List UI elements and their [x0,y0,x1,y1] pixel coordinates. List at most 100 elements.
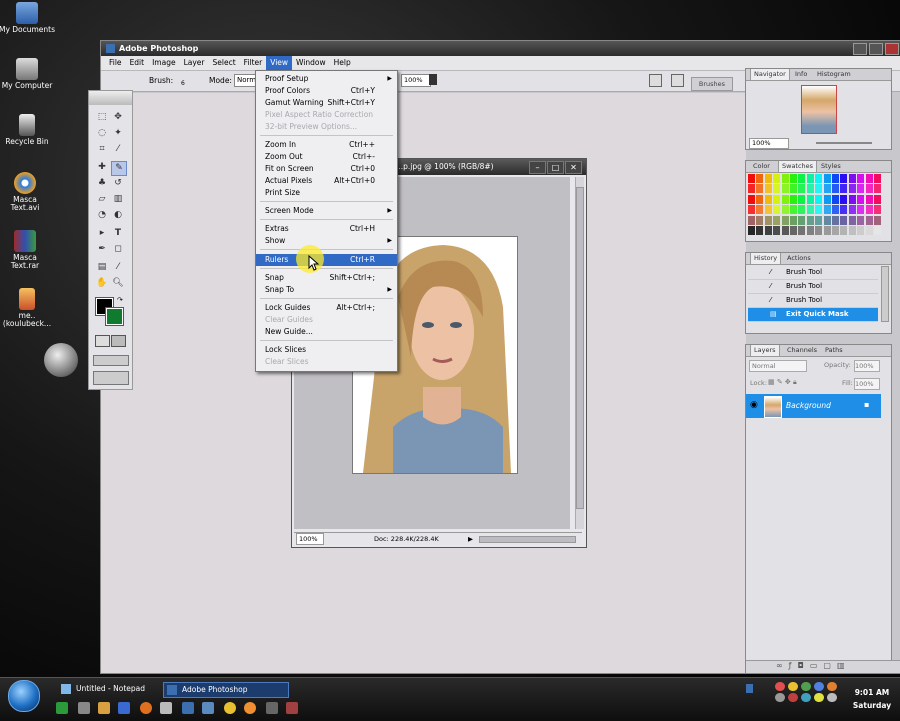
gradient-tool-icon[interactable]: ▥ [111,193,125,206]
taskbar-button-photoshop[interactable]: Adobe Photoshop [163,682,289,698]
color-swatch[interactable] [815,226,823,235]
color-swatch[interactable] [806,194,814,204]
taskbar-button-notepad[interactable]: Untitled - Notepad [58,682,176,696]
healing-brush-tool-icon[interactable]: ✚ [95,161,109,174]
hand-tool-icon[interactable]: ✋ [95,277,109,290]
color-swatch[interactable] [840,226,848,235]
color-swatch[interactable] [756,215,764,225]
color-swatch[interactable] [857,215,865,225]
color-swatch[interactable] [823,215,831,225]
quicklaunch-icon-8[interactable] [202,702,214,714]
color-swatch[interactable] [857,194,865,204]
color-swatch[interactable] [773,205,781,215]
menu-help[interactable]: Help [330,56,355,70]
quicklaunch-icon-10[interactable] [244,702,256,714]
menu-item-actual-pixels[interactable]: Actual Pixels Alt+Ctrl+0 [256,175,397,187]
color-swatch[interactable] [874,184,881,194]
color-swatch[interactable] [832,205,839,215]
close-button[interactable] [885,43,899,55]
color-swatch[interactable] [781,215,789,225]
color-swatch[interactable] [815,205,823,215]
layer-row-background[interactable]: ◉ Background ▪ [746,394,881,418]
desktop-icon-recycle-bin[interactable]: Recycle Bin [0,114,58,146]
color-swatch[interactable] [773,194,781,204]
gadget-orb-icon[interactable] [44,343,78,377]
screen-mode-icon[interactable] [93,355,129,366]
color-swatch[interactable] [748,184,755,194]
color-swatch[interactable] [823,184,831,194]
menu-select[interactable]: Select [209,56,240,70]
language-indicator-icon[interactable] [746,684,753,693]
menu-item-lock-slices[interactable]: Lock Slices [256,344,397,356]
background-color-swatch[interactable] [105,307,124,326]
menu-item-snap[interactable]: Snap Shift+Ctrl+; [256,272,397,284]
color-swatch[interactable] [764,184,772,194]
color-swatch[interactable] [865,174,873,183]
color-swatch[interactable] [857,184,865,194]
color-swatch[interactable] [840,194,848,204]
new-layer-icon[interactable]: ▢ [823,661,837,670]
color-swatch[interactable] [806,205,814,215]
history-item[interactable]: ⁄ Brush Tool [748,280,878,294]
tray-icons[interactable] [775,682,845,702]
color-swatch[interactable] [848,194,856,204]
menu-item-rulers[interactable]: Rulers Ctrl+R [256,254,397,266]
color-swatch[interactable] [781,194,789,204]
quicklaunch-icon-2[interactable] [78,702,90,714]
lock-icons[interactable]: ▦ ✎ ✥ 🔒︎ [768,378,797,387]
color-swatch[interactable] [764,174,772,183]
menu-image[interactable]: Image [148,56,180,70]
color-swatch[interactable] [832,226,839,235]
menu-item-zoom-in[interactable]: Zoom In Ctrl++ [256,139,397,151]
color-swatch[interactable] [857,174,865,183]
zoom-select[interactable]: 100% [401,74,431,87]
color-swatch[interactable] [748,174,755,183]
menu-item-proof-setup[interactable]: Proof Setup ▶ [256,73,397,85]
doc-maximize-button[interactable]: □ [547,161,564,174]
doc-close-button[interactable]: ✕ [565,161,582,174]
shape-tool-icon[interactable]: ◻ [111,243,125,256]
color-swatch[interactable] [857,226,865,235]
color-swatch[interactable] [790,184,797,194]
color-swatch[interactable] [874,194,881,204]
color-swatch[interactable] [756,205,764,215]
color-swatch[interactable] [798,215,806,225]
menu-item-new-guide[interactable]: New Guide... [256,326,397,338]
color-swatch[interactable] [823,205,831,215]
tab-histogram[interactable]: Histogram [814,69,854,80]
color-swatch[interactable] [764,205,772,215]
type-tool-icon[interactable]: T [111,227,125,240]
vertical-scrollbar[interactable] [575,177,584,529]
color-swatch[interactable] [832,174,839,183]
dodge-tool-icon[interactable]: ◐ [111,209,125,222]
brushes-tab[interactable]: Brushes [691,77,733,91]
color-swatch[interactable] [790,226,797,235]
notes-tool-icon[interactable]: ▤ [95,261,109,274]
quicklaunch-icon-7[interactable] [182,702,194,714]
menu-item-proof-colors[interactable]: Proof Colors Ctrl+Y [256,85,397,97]
color-swatch[interactable] [840,184,848,194]
history-brush-tool-icon[interactable]: ↺ [111,177,125,190]
fill-field[interactable]: 100% [854,378,880,390]
desktop-icon-masca-avi[interactable]: Masca Text.avi [0,172,56,212]
color-swatch[interactable] [790,174,797,183]
color-swatch[interactable] [756,184,764,194]
color-swatch[interactable] [756,194,764,204]
color-swatch[interactable] [798,184,806,194]
doc-minimize-button[interactable]: – [529,161,546,174]
color-swatch[interactable] [748,194,755,204]
menu-view[interactable]: View [266,56,293,70]
pen-tool-icon[interactable]: ✒ [95,243,109,256]
standard-mode-icon[interactable] [95,335,110,347]
color-swatch[interactable] [806,184,814,194]
color-swatch[interactable] [781,205,789,215]
color-swatch[interactable] [874,226,881,235]
jump-to-imageready-icon[interactable] [93,371,129,385]
history-item[interactable]: ⁄ Brush Tool [748,294,878,308]
menu-filter[interactable]: Filter [240,56,267,70]
desktop-icon-masca-rar[interactable]: Masca Text.rar [0,230,56,270]
tab-styles[interactable]: Styles [818,161,844,172]
color-swatch[interactable] [773,215,781,225]
color-swatch[interactable] [798,226,806,235]
slice-tool-icon[interactable]: ⁄ [111,143,125,156]
